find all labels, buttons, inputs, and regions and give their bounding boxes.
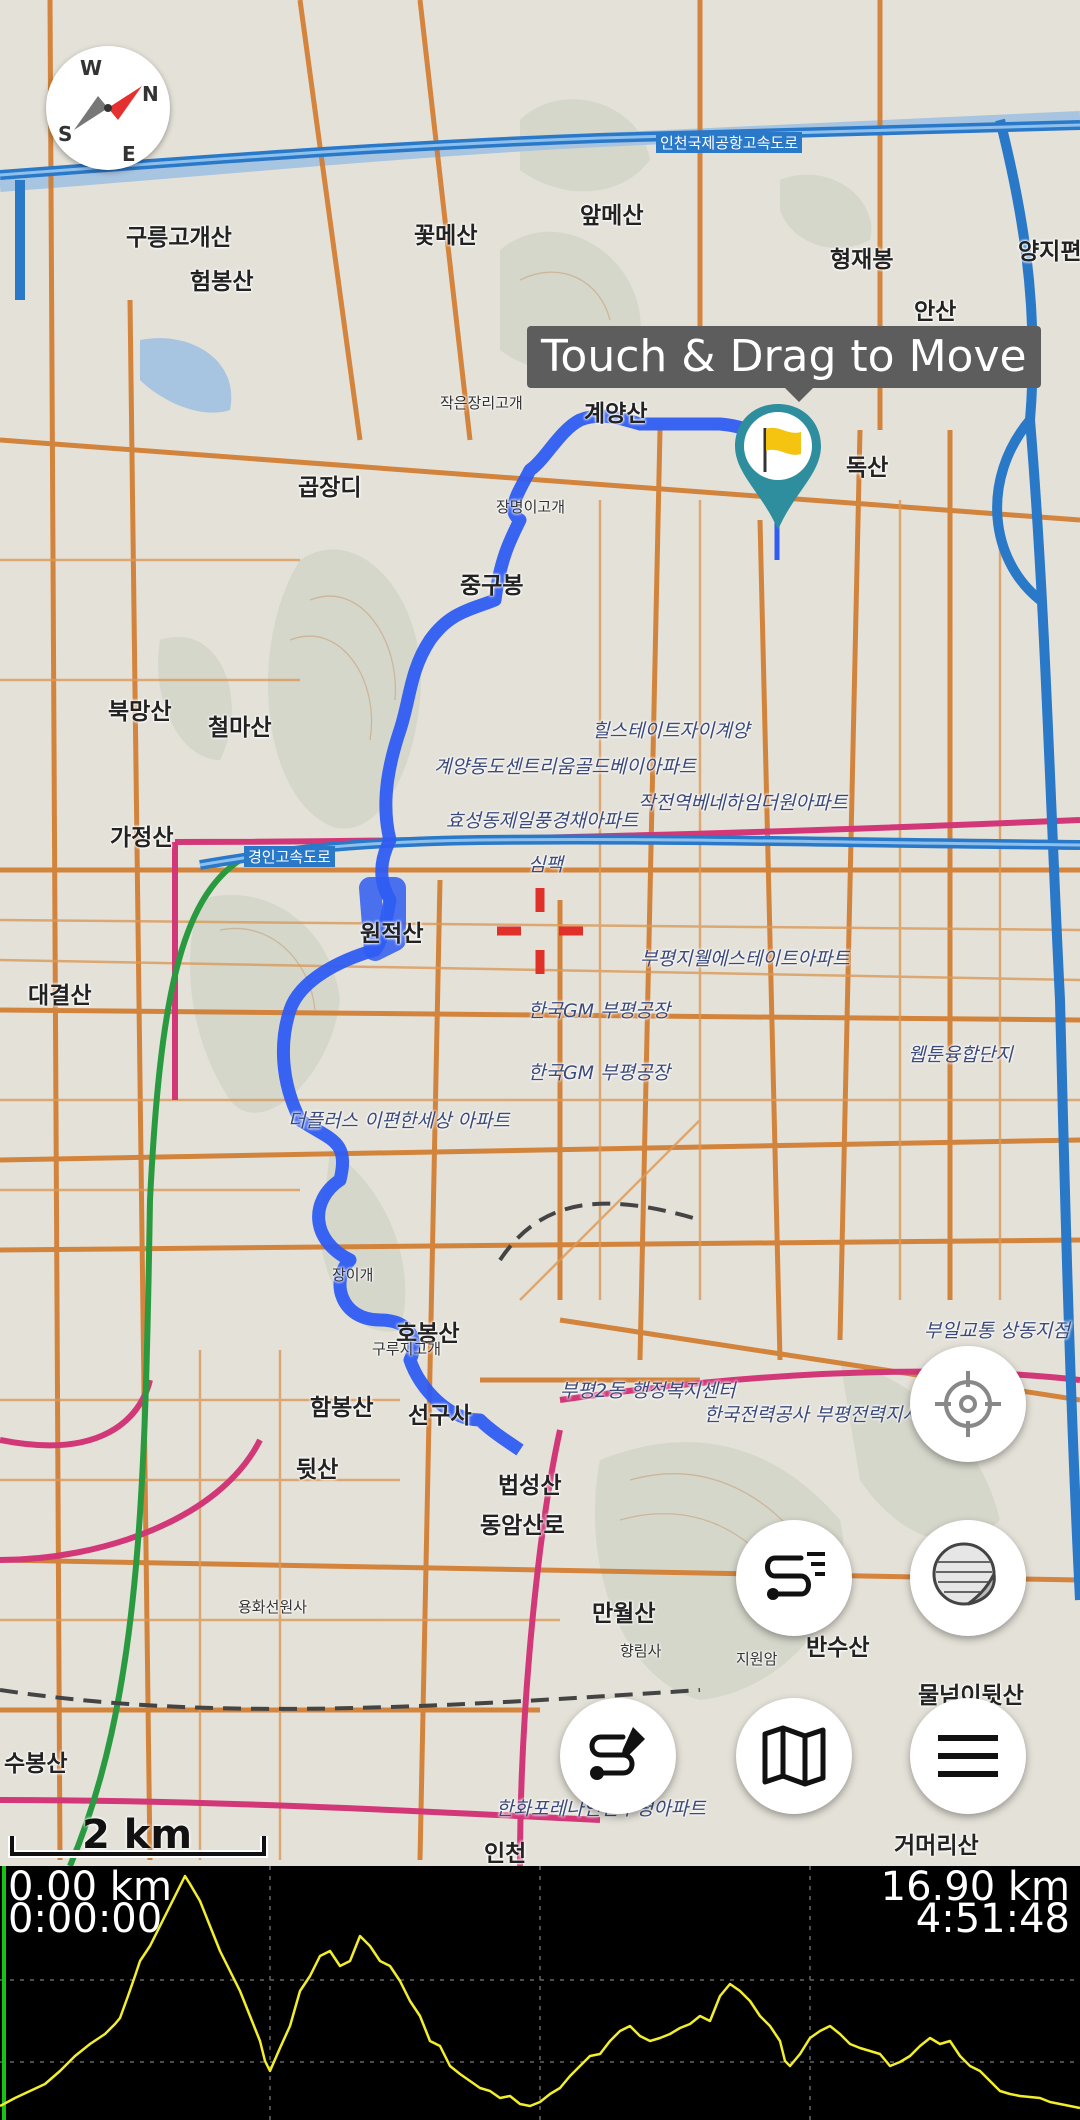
elevation-profile[interactable]: 0.00 km 0:00:00 16.90 km 4:51:48 (0, 1866, 1080, 2120)
compass-w: S (58, 122, 73, 146)
peak-label: 계양산 (584, 401, 648, 427)
peak-label: 선구사 (408, 1403, 472, 1429)
peak-label: 철마산 (208, 715, 272, 741)
peak-label: 독산 (846, 455, 889, 481)
menu-button[interactable] (910, 1698, 1026, 1814)
building-label: 작전역베네하임더원아파트 (638, 792, 848, 814)
building-label: 심팩 (528, 854, 563, 876)
peak-label: 대결산 (28, 983, 92, 1009)
locate-button[interactable] (910, 1346, 1026, 1462)
peak-label: 반수산 (806, 1635, 870, 1661)
layers-icon (932, 1542, 996, 1606)
pass-label: 장이개 (332, 1266, 374, 1284)
compass-button[interactable]: W N S E (46, 46, 170, 170)
building-label: 한국전력공사 부평전력지사 (704, 1404, 920, 1426)
peak-label: 법성산 (498, 1473, 562, 1499)
building-label: 한국GM 부평공장 (528, 1062, 671, 1084)
building-label: 더플러스 이편한세상 아파트 (288, 1110, 510, 1132)
temple-label: 지원암 (736, 1650, 778, 1668)
peak-label: 원적산 (360, 921, 424, 947)
building-label: 부평지웰에스테이트아파트 (640, 948, 850, 970)
pass-label: 작은장리고개 (440, 394, 523, 412)
peak-label: 안산 (914, 299, 957, 325)
peak-label: 앞메산 (580, 203, 644, 229)
peak-label: 가정산 (110, 825, 174, 851)
route-list-icon (765, 1552, 825, 1600)
peak-label: 수봉산 (4, 1751, 68, 1777)
peak-label: 거머리산 (894, 1833, 979, 1859)
map-view[interactable]: 구릉고개산 험봉산 꽃메산 앞메산 형재봉 안산 양지편 계양산 독산 곱장디 … (0, 0, 1080, 1866)
start-time: 0:00:00 (8, 1896, 163, 1942)
target-mark (497, 888, 583, 974)
road-label: 경인고속도로 (244, 846, 335, 867)
peak-label: 양지편 (1018, 239, 1080, 265)
building-label: 웹툰융합단지 (908, 1044, 1013, 1066)
building-label: 부평2동 행정복지센터 (560, 1380, 736, 1402)
route-edit-icon (589, 1727, 645, 1780)
drag-tooltip: Touch & Drag to Move (527, 326, 1041, 402)
map-icon (762, 1725, 826, 1787)
peak-label: 형재봉 (830, 247, 894, 273)
place-label: 인천 (484, 1841, 527, 1866)
compass-s: E (122, 142, 136, 166)
compass-n: W (80, 56, 103, 80)
track-button[interactable] (736, 1520, 852, 1636)
maps-button[interactable] (736, 1698, 852, 1814)
flag-icon (735, 404, 821, 560)
peak-label: 험봉산 (190, 269, 254, 295)
peak-label: 동암산로 (480, 1513, 565, 1539)
total-time: 4:51:48 (915, 1896, 1070, 1942)
peak-label: 꽃메산 (414, 223, 478, 249)
peak-label: 중구봉 (460, 573, 524, 599)
scale-label: 2 km (82, 1812, 193, 1858)
peak-label: 구릉고개산 (126, 225, 232, 251)
compass-icon (74, 86, 142, 130)
peak-label: 뒷산 (296, 1457, 339, 1483)
peak-label: 곱장디 (298, 475, 362, 501)
building-label: 부일교통 상동지점 (924, 1320, 1070, 1342)
temple-label: 향림사 (620, 1642, 662, 1660)
pass-label: 장명이고개 (496, 498, 566, 516)
building-label: 효성동제일풍경채아파트 (446, 810, 639, 832)
flag-pin[interactable] (733, 402, 823, 562)
peak-label: 함봉산 (310, 1395, 374, 1421)
peak-label: 만월산 (592, 1601, 656, 1627)
building-label: 힐스테이트자이계양 (592, 720, 750, 742)
crosshair-icon (935, 1371, 1001, 1437)
building-label: 한국GM 부평공장 (528, 1000, 671, 1022)
layers-button[interactable] (910, 1520, 1026, 1636)
menu-icon (938, 1735, 998, 1777)
compass-e: N (142, 82, 159, 106)
temple-label: 용화선원사 (238, 1598, 308, 1616)
route-edit-button[interactable] (560, 1698, 676, 1814)
road-label: 인천국제공항고속도로 (656, 132, 803, 153)
building-label: 계양동도센트리움골드베이아파트 (434, 756, 697, 778)
pass-label: 구루지고개 (372, 1340, 442, 1358)
peak-label: 북망산 (108, 699, 172, 725)
